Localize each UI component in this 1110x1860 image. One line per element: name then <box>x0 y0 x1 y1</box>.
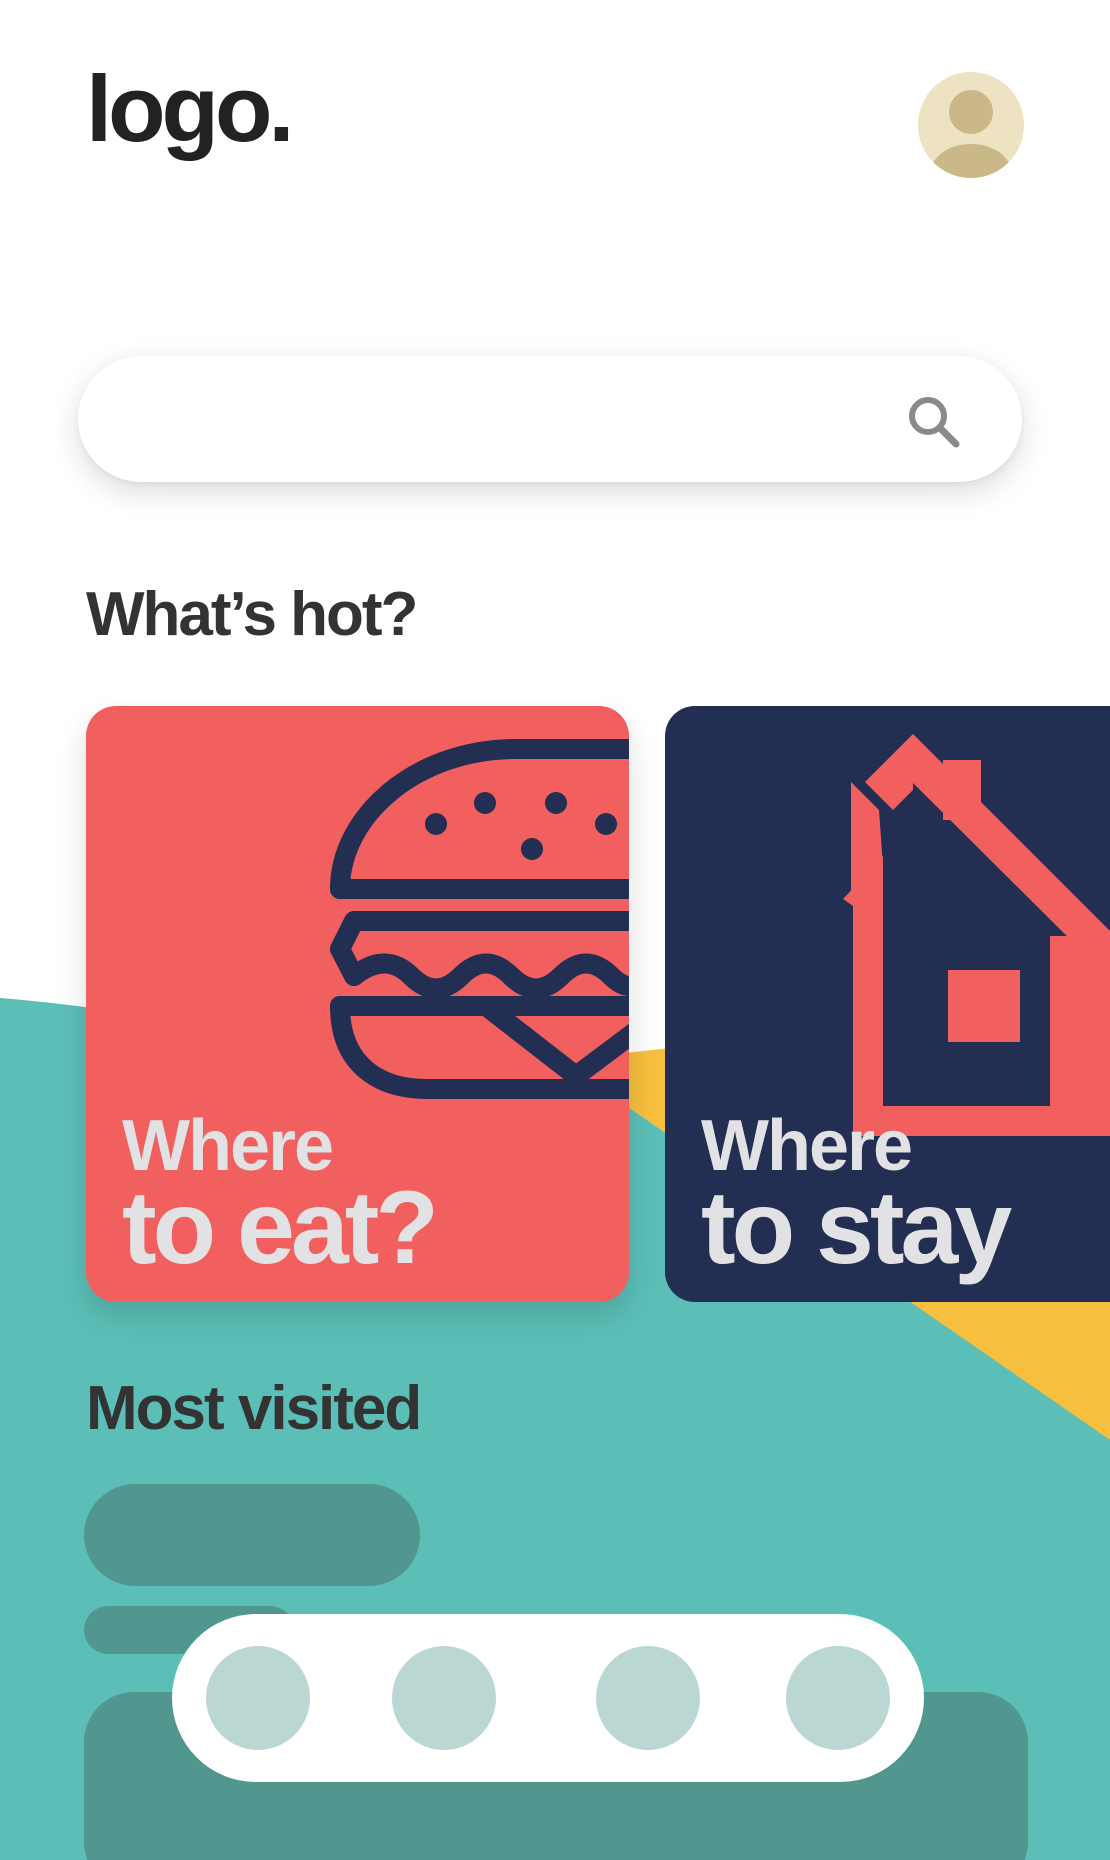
card-eat-line2: to eat? <box>122 1170 439 1286</box>
user-avatar-icon <box>931 90 1011 178</box>
skeleton-title-placeholder <box>84 1484 420 1586</box>
most-visited-title: Most visited <box>86 1374 422 1443</box>
nav-item-3[interactable] <box>596 1646 700 1750</box>
search-icon <box>909 397 960 448</box>
bottom-nav <box>172 1614 924 1782</box>
logo[interactable]: logo. <box>86 62 294 156</box>
card-where-to-stay[interactable]: Where to stay <box>665 706 1110 1302</box>
search-input[interactable] <box>126 386 910 454</box>
profile-avatar-button[interactable] <box>918 72 1024 178</box>
card-stay-line2: to stay <box>701 1170 1012 1286</box>
whats-hot-title: What’s hot? <box>86 580 418 649</box>
search-button[interactable] <box>904 392 964 452</box>
nav-item-1[interactable] <box>206 1646 310 1750</box>
search-bar[interactable] <box>78 356 1022 482</box>
nav-item-4[interactable] <box>786 1646 890 1750</box>
nav-item-2[interactable] <box>392 1646 496 1750</box>
card-where-to-eat[interactable]: Where to eat? <box>86 706 629 1302</box>
